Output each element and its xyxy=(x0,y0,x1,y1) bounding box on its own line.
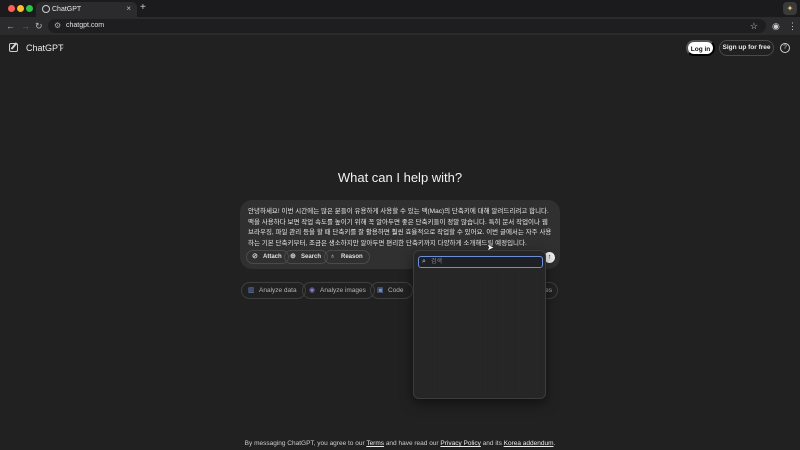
reload-button[interactable]: ↻ xyxy=(35,19,43,33)
suggestion-label: Analyze images xyxy=(320,287,366,294)
footer-prefix: By messaging ChatGPT, you agree to our xyxy=(244,440,367,447)
suggestion-analyze-data[interactable]: ▥ Analyze data xyxy=(241,282,306,299)
login-button[interactable]: Log in xyxy=(686,40,715,56)
address-bar[interactable]: ⚙ chatgpt.com ☆ xyxy=(48,19,766,33)
window-close-button[interactable] xyxy=(8,5,15,12)
new-chat-edit-icon[interactable] xyxy=(9,43,18,52)
search-icon: ⌕ xyxy=(422,258,426,265)
emoji-picker-popup[interactable]: ⌕ xyxy=(413,250,546,399)
footer-suffix: . xyxy=(553,440,556,447)
terms-link[interactable]: Terms xyxy=(366,440,384,447)
profile-extension-icon[interactable]: ✦ xyxy=(783,2,797,15)
mouse-cursor-icon: ➤ xyxy=(487,243,494,252)
browser-tab-bar: ChatGPT × + ✦ xyxy=(0,0,800,17)
attach-label: Attach xyxy=(263,254,282,260)
reason-button[interactable]: ♁ Reason xyxy=(324,250,370,264)
popup-search-box[interactable]: ⌕ xyxy=(418,256,543,268)
footer-middle: and have read our xyxy=(384,440,441,447)
tab-title: ChatGPT xyxy=(52,6,82,13)
site-info-icon[interactable]: ⚙ xyxy=(54,21,61,31)
signup-button[interactable]: Sign up for free xyxy=(719,40,774,56)
browser-menu-icon[interactable]: ⋮ xyxy=(788,19,797,33)
lightbulb-icon: ♁ xyxy=(330,253,336,260)
search-button[interactable]: ⊕ Search xyxy=(284,250,329,264)
code-icon: ▣ xyxy=(377,287,384,294)
paperclip-icon: ⊘ xyxy=(252,253,258,260)
suggestion-label: Code xyxy=(388,287,404,294)
model-selector-label[interactable]: ChatGPT xyxy=(26,42,64,54)
suggestion-label: Analyze data xyxy=(259,287,297,294)
popup-search-input[interactable] xyxy=(431,257,539,266)
help-icon[interactable]: ? xyxy=(780,43,790,53)
new-tab-button[interactable]: + xyxy=(140,2,146,14)
address-url[interactable]: chatgpt.com xyxy=(66,21,104,31)
browser-tab-chatgpt[interactable]: ChatGPT × xyxy=(36,2,137,17)
suggestion-analyze-images[interactable]: ◉ Analyze images xyxy=(302,282,375,299)
forward-button[interactable]: → xyxy=(21,19,30,33)
suggestion-code[interactable]: ▣ Code xyxy=(370,282,413,299)
account-icon[interactable]: ◉ xyxy=(772,19,780,33)
back-button[interactable]: ← xyxy=(6,19,15,33)
window-minimize-button[interactable] xyxy=(17,5,24,12)
attach-button[interactable]: ⊘ Attach xyxy=(246,250,289,264)
chatgpt-favicon-icon xyxy=(42,5,50,13)
page-title: What can I help with? xyxy=(337,170,463,185)
browser-toolbar: ← → ↻ ⚙ chatgpt.com ☆ ◉ ⋮ xyxy=(0,17,800,35)
chart-icon: ▥ xyxy=(248,287,255,294)
reason-label: Reason xyxy=(341,254,363,260)
search-label: Search xyxy=(301,254,322,260)
prompt-textarea[interactable]: 안녕하세요! 이번 시간에는 많은 분들이 유용하게 사용할 수 있는 맥(Ma… xyxy=(248,207,554,249)
chevron-down-icon[interactable]: ⌄ xyxy=(59,42,65,54)
emoji-grid[interactable] xyxy=(418,273,543,395)
korea-addendum-link[interactable]: Korea addendum xyxy=(504,440,554,447)
globe-icon: ⊕ xyxy=(290,253,296,260)
legal-footer: By messaging ChatGPT, you agree to our T… xyxy=(0,439,800,448)
eye-icon: ◉ xyxy=(309,287,316,294)
footer-and-its: and its xyxy=(480,440,504,447)
tab-close-icon[interactable]: × xyxy=(126,3,131,15)
window-maximize-button[interactable] xyxy=(26,5,33,12)
bookmark-star-icon[interactable]: ☆ xyxy=(750,20,758,32)
privacy-policy-link[interactable]: Privacy Policy xyxy=(440,440,480,447)
